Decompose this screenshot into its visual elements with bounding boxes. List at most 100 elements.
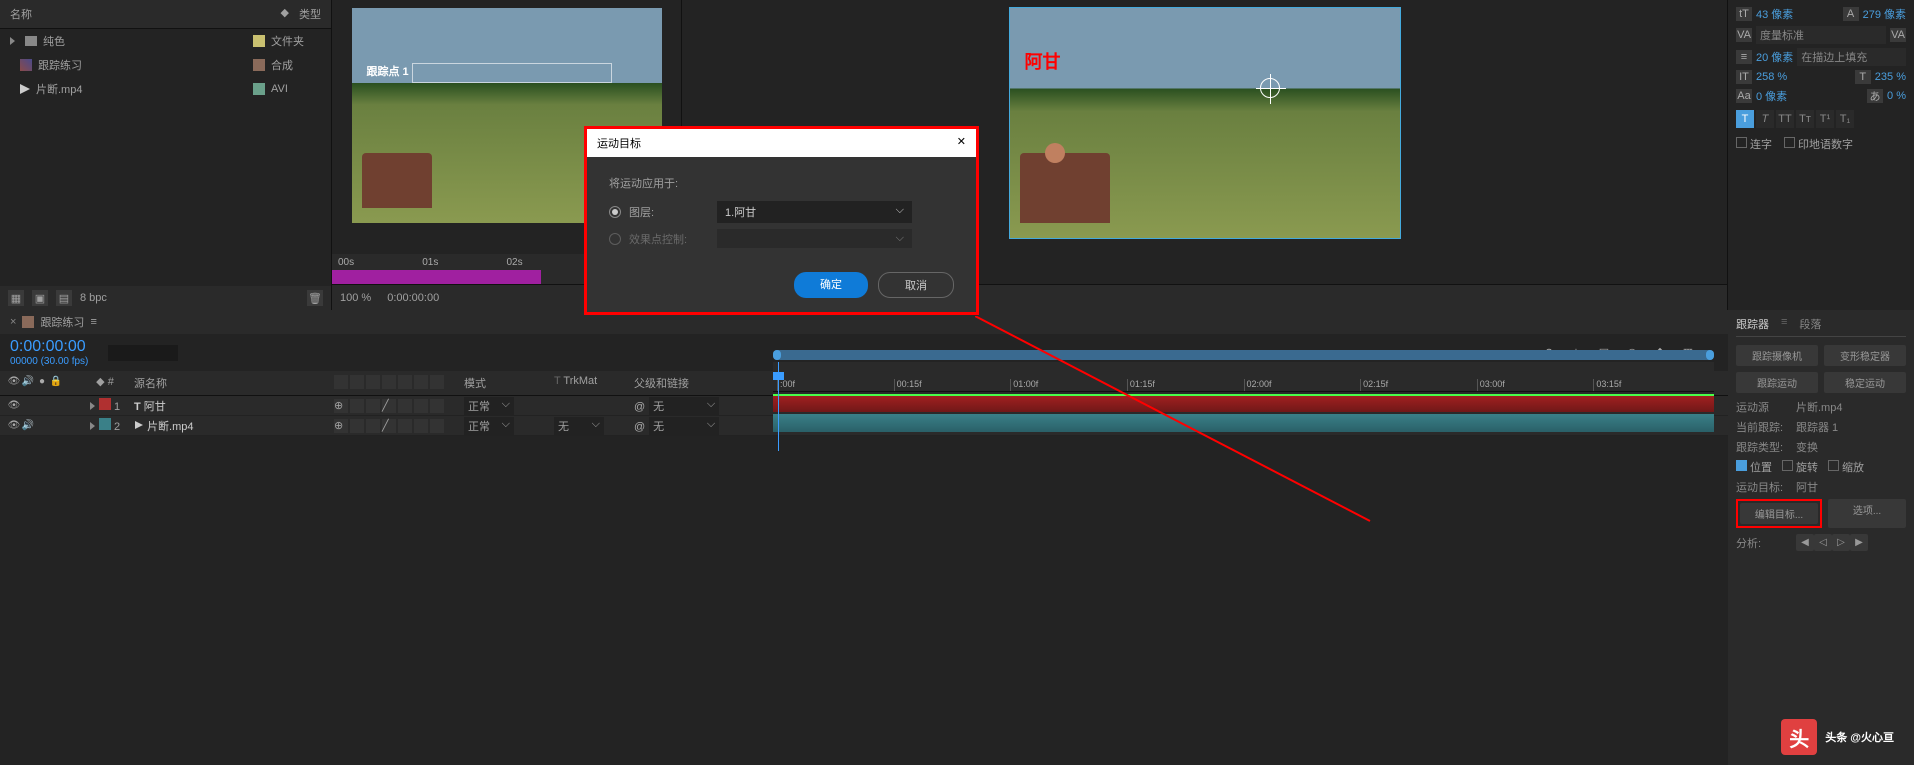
- motion-target-value: 阿甘: [1796, 479, 1818, 495]
- trash-icon[interactable]: 🗑: [307, 290, 323, 306]
- comp-preview[interactable]: 阿甘: [1010, 8, 1400, 238]
- video-toggle[interactable]: 👁: [8, 400, 20, 412]
- leading[interactable]: 279 像素: [1863, 6, 1906, 22]
- kerning-dd[interactable]: 度量标准: [1756, 26, 1886, 44]
- mower-shape: [362, 153, 432, 208]
- timecode-display[interactable]: 0:00:00:00: [10, 338, 88, 356]
- vscale[interactable]: 258 %: [1756, 71, 1787, 83]
- superscript-btn[interactable]: T¹: [1816, 110, 1834, 128]
- allcaps-btn[interactable]: TT: [1776, 110, 1794, 128]
- radio-effect[interactable]: [609, 233, 621, 245]
- track-camera-btn[interactable]: 跟踪摄像机: [1736, 345, 1818, 366]
- time-ruler[interactable]: :00f 00:15f 01:00f 01:15f 02:00f 02:15f …: [773, 362, 1714, 392]
- layer-radio-row[interactable]: 图层: 1.阿甘⌵: [609, 201, 954, 223]
- track-type-value[interactable]: 变换: [1796, 439, 1818, 455]
- hindi-cb[interactable]: 印地语数字: [1784, 136, 1853, 152]
- mode-col[interactable]: 模式: [460, 373, 550, 393]
- text-layer-overlay[interactable]: 阿甘: [1025, 48, 1061, 74]
- baseline[interactable]: 0 像素: [1756, 88, 1787, 104]
- layer-bar-2[interactable]: [773, 414, 1714, 432]
- col-type-header: 类型: [299, 6, 321, 22]
- hscale[interactable]: 235 %: [1875, 71, 1906, 83]
- ligature-cb[interactable]: 连字: [1736, 136, 1772, 152]
- effect-radio-row[interactable]: 效果点控制: ⌵: [609, 229, 954, 248]
- ruler-tick: 01:15f: [1127, 379, 1244, 391]
- layer-dropdown[interactable]: 1.阿甘⌵: [717, 201, 912, 223]
- project-item-video[interactable]: 片断.mp4 AVI: [0, 77, 331, 101]
- stroke-width[interactable]: 20 像素: [1756, 49, 1793, 65]
- audio-toggle[interactable]: 🔊: [22, 420, 34, 432]
- person-head: [1045, 143, 1065, 163]
- bpc-toggle[interactable]: 8 bpc: [80, 292, 107, 304]
- source-name-col[interactable]: 源名称: [130, 373, 330, 393]
- analyze-back-btn[interactable]: ◀: [1796, 534, 1814, 551]
- parent-col[interactable]: 父级和链接: [630, 373, 775, 393]
- current-track-label: 当前跟踪:: [1736, 419, 1796, 435]
- italic-btn[interactable]: T: [1756, 110, 1774, 128]
- pickwhip-icon[interactable]: @: [634, 401, 645, 413]
- analyze-step-fwd-btn[interactable]: ▷: [1832, 534, 1850, 551]
- mode-dd[interactable]: 正常⌵: [464, 417, 514, 435]
- interpret-icon[interactable]: ▦: [8, 290, 24, 306]
- pickwhip-icon[interactable]: @: [634, 421, 645, 433]
- track-motion-btn[interactable]: 跟踪运动: [1736, 372, 1818, 393]
- tab-menu-icon[interactable]: ≡: [90, 316, 96, 328]
- motion-source-value[interactable]: 片断.mp4: [1796, 399, 1842, 415]
- project-item-folder[interactable]: 纯色 文件夹: [0, 29, 331, 53]
- search-input[interactable]: [108, 345, 178, 361]
- scale-cb[interactable]: 缩放: [1828, 459, 1864, 475]
- stabilize-motion-btn[interactable]: 稳定运动: [1824, 372, 1906, 393]
- analyze-label: 分析:: [1736, 535, 1796, 551]
- bold-btn[interactable]: T: [1736, 110, 1754, 128]
- parent-dd[interactable]: 无⌵: [649, 417, 719, 435]
- mode-dd[interactable]: 正常⌵: [464, 397, 514, 415]
- item-type: 文件夹: [271, 33, 321, 49]
- position-cb[interactable]: 位置: [1736, 459, 1772, 475]
- item-name: 跟踪练习: [38, 57, 247, 73]
- playhead[interactable]: [778, 362, 779, 451]
- tsume[interactable]: 0 %: [1887, 90, 1906, 102]
- shy-switch[interactable]: ⊕: [334, 419, 348, 433]
- item-type: 合成: [271, 57, 321, 73]
- analyze-fwd-btn[interactable]: ▶: [1850, 534, 1868, 551]
- current-track-value[interactable]: 跟踪器 1: [1796, 419, 1838, 435]
- fill-stroke-dd[interactable]: 在描边上填充: [1797, 48, 1906, 66]
- label-color[interactable]: [99, 398, 111, 410]
- cancel-button[interactable]: 取消: [878, 272, 954, 298]
- paragraph-tab[interactable]: 段落: [1799, 316, 1821, 332]
- folder-icon: [25, 36, 37, 46]
- analyze-step-back-btn[interactable]: ◁: [1814, 534, 1832, 551]
- subscript-btn[interactable]: T₁: [1836, 110, 1854, 128]
- work-area[interactable]: [332, 270, 541, 284]
- new-folder-icon[interactable]: ▣: [32, 290, 48, 306]
- dialog-titlebar[interactable]: 运动目标 ✕: [587, 129, 976, 157]
- shy-switch[interactable]: ⊕: [334, 399, 348, 413]
- close-tab-icon[interactable]: ×: [10, 316, 16, 328]
- new-comp-icon[interactable]: ▤: [56, 290, 72, 306]
- rotation-cb[interactable]: 旋转: [1782, 459, 1818, 475]
- tracker-tab[interactable]: 跟踪器: [1736, 316, 1769, 332]
- trkmat-col[interactable]: TrkMat: [563, 375, 597, 387]
- time-display[interactable]: 0:00:00:00: [387, 292, 439, 304]
- parent-dd[interactable]: 无⌵: [649, 397, 719, 415]
- radio-layer[interactable]: [609, 206, 621, 218]
- twist-icon[interactable]: [90, 402, 95, 410]
- label-col: ◆: [96, 376, 104, 388]
- navigator-bar[interactable]: [773, 350, 1714, 360]
- label-color[interactable]: [99, 418, 111, 430]
- timeline-tracks[interactable]: :00f 00:15f 01:00f 01:15f 02:00f 02:15f …: [773, 350, 1714, 432]
- warp-stabilizer-btn[interactable]: 变形稳定器: [1824, 345, 1906, 366]
- ok-button[interactable]: 确定: [794, 272, 868, 298]
- font-size[interactable]: 43 像素: [1756, 6, 1793, 22]
- track-region[interactable]: [412, 63, 612, 83]
- trkmat-dd[interactable]: 无⌵: [554, 417, 604, 435]
- twist-icon[interactable]: [90, 422, 95, 430]
- project-item-comp[interactable]: 跟踪练习 合成: [0, 53, 331, 77]
- options-btn[interactable]: 选项...: [1828, 499, 1906, 528]
- video-toggle[interactable]: 👁: [8, 420, 20, 432]
- edit-target-btn[interactable]: 编辑目标...: [1740, 503, 1818, 524]
- zoom-value[interactable]: 100 %: [340, 292, 371, 304]
- layer-bar-1[interactable]: [773, 394, 1714, 412]
- close-icon[interactable]: ✕: [957, 135, 966, 151]
- smallcaps-btn[interactable]: Tᴛ: [1796, 110, 1814, 128]
